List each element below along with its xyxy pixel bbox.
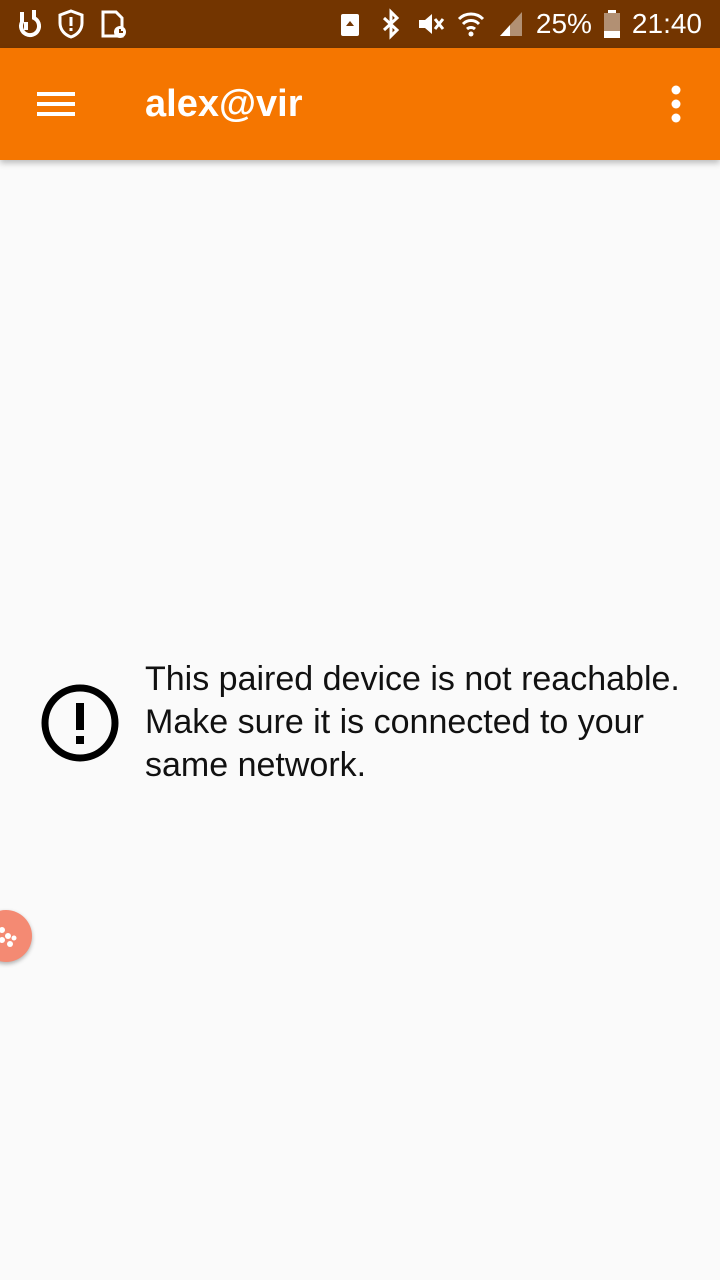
floating-bubble-icon[interactable] bbox=[0, 910, 32, 962]
more-vert-icon[interactable] bbox=[656, 78, 696, 130]
signal-icon bbox=[499, 12, 522, 36]
sim-clock-icon bbox=[101, 10, 126, 38]
alert-circle-icon bbox=[41, 684, 119, 761]
app-d-icon bbox=[19, 10, 42, 38]
mute-icon bbox=[418, 14, 445, 34]
shield-icon bbox=[58, 9, 84, 39]
wifi-icon bbox=[457, 12, 484, 37]
toolbar-title: alex@vir bbox=[145, 83, 303, 125]
unreachable-message: This paired device is not reachable. Mak… bbox=[40, 658, 700, 787]
bluetooth-icon bbox=[382, 8, 400, 40]
unreachable-message-text: This paired device is not reachable. Mak… bbox=[145, 660, 680, 784]
battery-icon bbox=[603, 10, 620, 38]
hamburger-menu-icon[interactable] bbox=[28, 78, 84, 130]
battery-percent: 25% bbox=[535, 8, 592, 39]
bubble-dots-icon bbox=[0, 927, 17, 947]
app-toolbar: alex@vir bbox=[0, 48, 720, 160]
status-right-icons: 25% 21:40 bbox=[336, 8, 702, 40]
status-left-icons bbox=[14, 8, 128, 40]
cloud-upload-icon bbox=[340, 14, 359, 36]
status-time: 21:40 bbox=[631, 8, 702, 39]
status-bar: 25% 21:40 bbox=[0, 0, 720, 48]
